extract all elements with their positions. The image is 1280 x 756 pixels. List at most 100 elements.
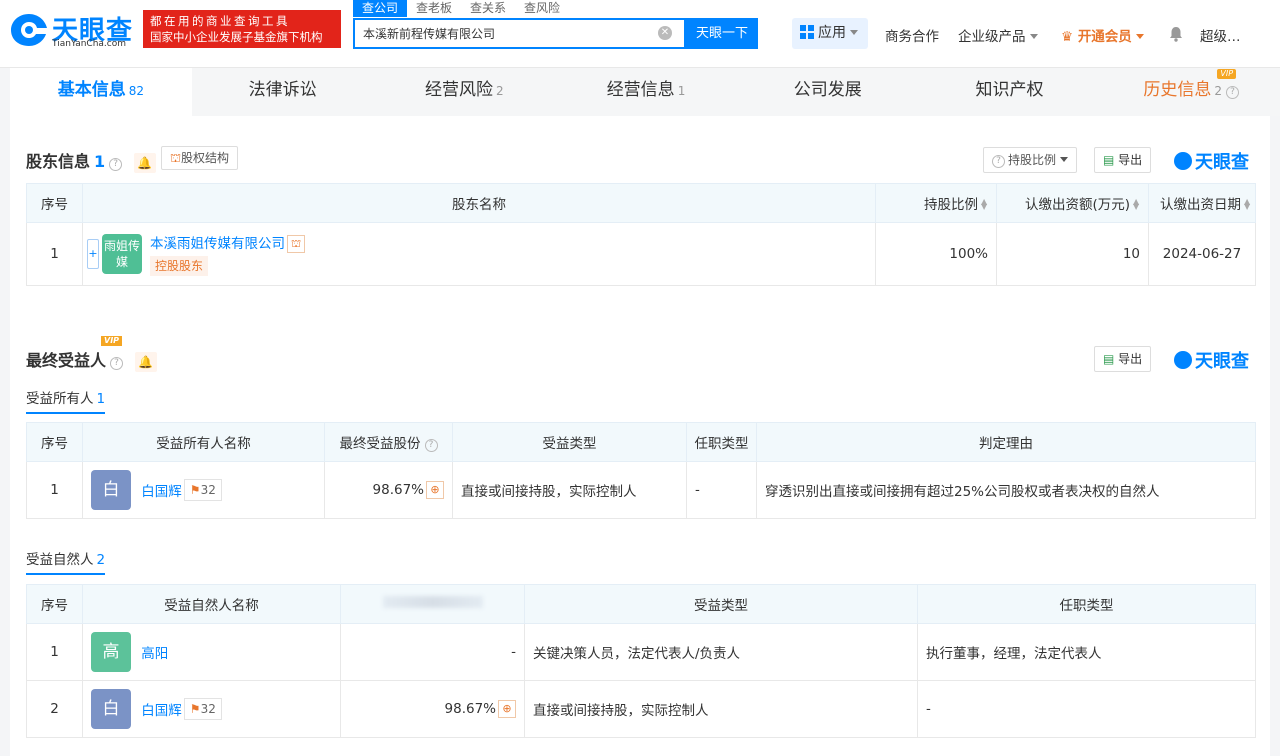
- sort-icon: ▲ ▼: [1133, 197, 1140, 211]
- beneficial-persons-table: 序号 受益自然人名称 受益类型 任职类型 1 高 高阳 - 关键决策人员，法定代…: [26, 584, 1256, 738]
- nav-vip[interactable]: ♛ 开通会员: [1061, 25, 1144, 45]
- crown-icon: ♛: [1061, 29, 1074, 45]
- notification-bell-icon[interactable]: [1169, 26, 1183, 42]
- subtab-count: 2: [96, 552, 106, 568]
- tab-operating-risk[interactable]: 经营风险 2: [373, 68, 555, 116]
- search-button[interactable]: 天眼一下: [686, 18, 758, 49]
- shareholder-name-link[interactable]: 本溪雨姐传媒有限公司: [150, 236, 285, 252]
- col-header-sortable[interactable]: 认缴出资日期 ▲ ▼: [1148, 183, 1256, 223]
- search-type-tabs: 查公司 查老板 查关系 查风险: [353, 0, 569, 17]
- penetration-icon[interactable]: ⊕: [498, 700, 516, 718]
- slogan-line1: 都在用的商业查询工具: [150, 14, 290, 28]
- table-row: 1 + 雨姐传媒 本溪雨姐传媒有限公司 ⛫ 控股股东 100% 10 2024-0…: [26, 222, 1256, 286]
- help-icon[interactable]: ?: [424, 439, 438, 452]
- person-avatar[interactable]: 白: [91, 689, 131, 729]
- table-header-row: 序号 受益所有人名称 最终受益股份? 受益类型 任职类型 判定理由: [26, 422, 1256, 462]
- shareholders-title: 股东信息 1? 🔔: [26, 148, 156, 173]
- beneficial-owners-table: 序号 受益所有人名称 最终受益股份? 受益类型 任职类型 判定理由 1 白 白国…: [26, 422, 1256, 519]
- penetration-icon[interactable]: ⊕: [426, 481, 444, 499]
- search-tab-relation[interactable]: 查关系: [461, 0, 515, 17]
- ratio-sort-button[interactable]: ? 持股比例: [983, 147, 1078, 173]
- row-number: 1: [26, 623, 83, 681]
- subtab-label: 受益所有人: [26, 391, 94, 407]
- blurred-header-mask: [382, 596, 483, 608]
- person-name-link[interactable]: 高阳: [141, 646, 168, 662]
- excel-icon: ▤: [1103, 352, 1115, 366]
- share-value: 98.67%: [372, 482, 424, 498]
- tab-beneficial-owners[interactable]: 受益所有人 1: [26, 387, 106, 414]
- export-button[interactable]: ▤ 导出: [1094, 346, 1152, 372]
- col-header: 受益自然人名称: [82, 584, 341, 624]
- section-count: 1: [94, 152, 106, 171]
- search-input[interactable]: [355, 20, 645, 47]
- brand-text: 天眼查: [1195, 152, 1249, 173]
- col-header: 股东名称: [82, 183, 876, 223]
- related-count-badge[interactable]: ⚑32: [183, 698, 222, 720]
- equity-chart-icon[interactable]: ⛫: [287, 235, 305, 253]
- col-header: 序号: [26, 584, 83, 624]
- section-title-text: 股东信息: [26, 152, 91, 171]
- help-icon: ?: [992, 155, 1005, 168]
- person-name-link[interactable]: 白国辉: [141, 484, 182, 500]
- nav-enterprise[interactable]: 企业级产品: [958, 25, 1038, 45]
- tab-development[interactable]: 公司发展: [737, 68, 919, 116]
- monitor-bell-icon[interactable]: 🔔: [133, 152, 156, 173]
- person-avatar[interactable]: 高: [91, 632, 131, 672]
- slogan-line2: 国家中小企业发展子基金旗下机构: [150, 30, 323, 44]
- tab-count: 2: [1214, 84, 1222, 98]
- tab-beneficial-natural-persons[interactable]: 受益自然人 2: [26, 548, 106, 575]
- table-row: 1 高 高阳 - 关键决策人员，法定代表人/负责人 执行董事，经理，法定代表人: [26, 623, 1256, 681]
- nav-business[interactable]: 商务合作: [885, 25, 939, 45]
- company-avatar[interactable]: 雨姐传媒: [102, 234, 142, 274]
- person-avatar[interactable]: 白: [91, 470, 131, 510]
- vip-badge: VIP: [1217, 69, 1237, 79]
- subscribed-date: 2024-06-27: [1148, 222, 1256, 286]
- monitor-bell-icon[interactable]: 🔔: [134, 351, 157, 372]
- share-cell: 98.67% ⊕: [340, 680, 525, 738]
- col-header-sortable[interactable]: 持股比例 ▲ ▼: [875, 183, 997, 223]
- export-button-label: 导出: [1118, 153, 1143, 167]
- nav-user[interactable]: 超级…: [1200, 25, 1241, 45]
- col-header-sortable[interactable]: 认缴出资额(万元) ▲ ▼: [996, 183, 1149, 223]
- share-cell: 98.67% ⊕: [324, 461, 453, 519]
- tianyancha-logo[interactable]: 天眼查 TianYanCha.com: [10, 10, 138, 52]
- tab-count: 82: [128, 84, 144, 98]
- tab-count: 1: [677, 84, 686, 98]
- row-number: 1: [26, 222, 83, 286]
- share-value: -: [340, 623, 525, 681]
- col-header-label: 持股比例: [924, 197, 978, 213]
- role-type: 执行董事，经理，法定代表人: [917, 623, 1256, 681]
- help-icon[interactable]: ?: [110, 357, 124, 370]
- tab-operating-info[interactable]: 经营信息 1: [555, 68, 737, 116]
- search-tab-risk[interactable]: 查风险: [515, 0, 569, 17]
- help-icon[interactable]: ?: [1225, 86, 1239, 99]
- brand-mark-icon: [1174, 351, 1192, 369]
- logo-domain: TianYanCha.com: [52, 39, 127, 49]
- table-row: 1 白 白国辉 ⚑32 98.67% ⊕ 直接或间接持股，实际控制人 - 穿透识别出…: [26, 461, 1256, 519]
- badge-count: 32: [200, 483, 216, 497]
- clear-icon[interactable]: ✕: [658, 26, 672, 40]
- col-header: 判定理由: [756, 422, 1256, 462]
- reason: 穿透识别出直接或间接拥有超过25%公司股权或者表决权的自然人: [756, 461, 1256, 519]
- help-icon[interactable]: ?: [109, 158, 123, 171]
- person-cell: 白 白国辉 ⚑32: [82, 680, 341, 738]
- export-button[interactable]: ▤ 导出: [1094, 147, 1152, 173]
- equity-structure-button[interactable]: ⛫股权结构: [161, 146, 239, 170]
- nav-enterprise-label: 企业级产品: [958, 29, 1026, 45]
- search-tab-company[interactable]: 查公司: [353, 0, 408, 17]
- search-tab-boss[interactable]: 查老板: [407, 0, 461, 17]
- app-menu-label: 应用: [818, 25, 846, 41]
- person-name-link[interactable]: 白国辉: [141, 703, 182, 719]
- expand-icon[interactable]: +: [87, 239, 99, 269]
- tianyancha-brand: 天眼查: [1174, 148, 1249, 174]
- tab-legal[interactable]: 法律诉讼: [192, 68, 374, 116]
- section-tabs: 基本信息 82 法律诉讼 经营风险 2 经营信息 1 公司发展 知识产权 VIP 历史信…: [10, 68, 1280, 116]
- tab-ip[interactable]: 知识产权: [919, 68, 1101, 116]
- col-header: 受益所有人名称: [82, 422, 325, 462]
- structure-button-label: 股权结构: [181, 151, 230, 165]
- tab-basic-info[interactable]: 基本信息 82: [10, 68, 192, 116]
- tab-history[interactable]: VIP 历史信息 2?: [1100, 68, 1280, 116]
- related-count-badge[interactable]: ⚑32: [183, 479, 222, 501]
- shareholders-table: 序号 股东名称 持股比例 ▲ ▼ 认缴出资额(万元) ▲ ▼ 认缴出资日期 ▲ ▼ 1 + …: [26, 183, 1256, 286]
- app-menu[interactable]: 应用: [792, 18, 868, 49]
